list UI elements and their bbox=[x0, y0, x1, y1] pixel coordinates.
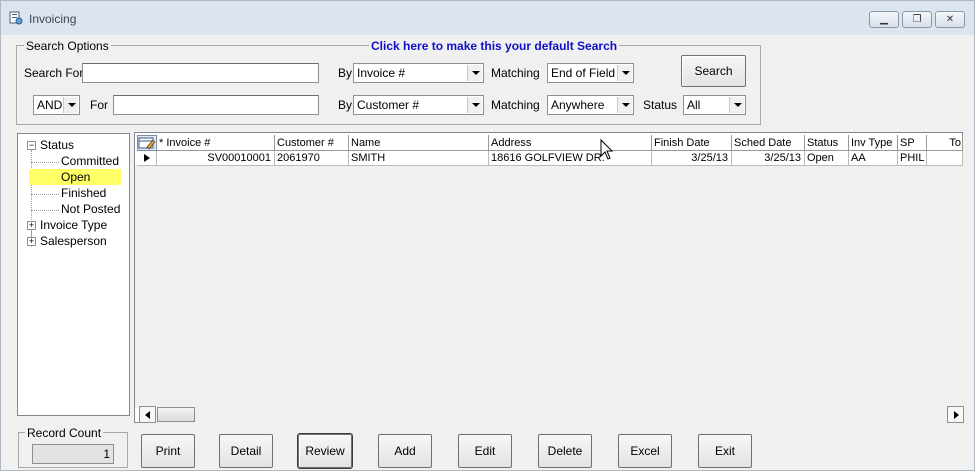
minimize-icon: ▁ bbox=[880, 14, 888, 25]
excel-button[interactable]: Excel bbox=[618, 434, 672, 468]
chevron-down-icon[interactable] bbox=[467, 97, 482, 113]
table-row-name[interactable]: SMITH bbox=[349, 151, 489, 166]
by-select-2[interactable]: Customer # bbox=[353, 95, 484, 115]
tree-node-not-posted[interactable]: Not Posted bbox=[61, 201, 120, 217]
column-chooser-button[interactable] bbox=[137, 135, 157, 151]
matching-select-2[interactable]: Anywhere bbox=[547, 95, 634, 115]
matching-select-1[interactable]: End of Field bbox=[547, 63, 634, 83]
row-selector-arrow-icon[interactable] bbox=[137, 151, 157, 166]
scroll-left-icon[interactable] bbox=[139, 406, 156, 423]
tree-node-status[interactable]: Status bbox=[40, 137, 74, 153]
default-search-link[interactable]: Click here to make this your default Sea… bbox=[369, 39, 620, 53]
exit-button[interactable]: Exit bbox=[698, 434, 752, 468]
chevron-down-icon[interactable] bbox=[63, 97, 78, 113]
tree-line bbox=[31, 162, 59, 163]
scroll-thumb[interactable] bbox=[157, 407, 195, 422]
search-for-input[interactable] bbox=[82, 63, 319, 83]
table-row-sched-date[interactable]: 3/25/13 bbox=[732, 151, 805, 166]
by-select-1[interactable]: Invoice # bbox=[353, 63, 484, 83]
table-row-finish-date[interactable]: 3/25/13 bbox=[652, 151, 732, 166]
restore-icon: ❐ bbox=[912, 14, 922, 25]
matching-select-1-value: End of Field bbox=[551, 66, 616, 80]
tree-line bbox=[31, 210, 59, 211]
restore-button[interactable]: ❐ bbox=[902, 11, 932, 28]
title-bar[interactable]: Invoicing ▁ ❐ ✕ bbox=[1, 1, 974, 35]
close-button[interactable]: ✕ bbox=[935, 11, 965, 28]
delete-button[interactable]: Delete bbox=[538, 434, 592, 468]
tree-node-salesperson[interactable]: Salesperson bbox=[40, 233, 107, 249]
record-count-value: 1 bbox=[32, 444, 114, 464]
expand-icon[interactable]: + bbox=[27, 221, 36, 230]
for-input[interactable] bbox=[113, 95, 319, 115]
app-icon bbox=[9, 11, 23, 25]
by-select-2-value: Customer # bbox=[357, 98, 420, 112]
window-title: Invoicing bbox=[29, 12, 77, 26]
col-header-sched-date[interactable]: Sched Date bbox=[732, 135, 805, 151]
table-row-total[interactable] bbox=[927, 151, 963, 166]
logic-select[interactable]: AND bbox=[33, 95, 80, 115]
scroll-right-icon[interactable] bbox=[947, 406, 964, 423]
col-header-name[interactable]: Name bbox=[349, 135, 489, 151]
status-select[interactable]: All bbox=[683, 95, 746, 115]
by-label-2: By bbox=[338, 98, 353, 112]
table-row-address[interactable]: 18616 GOLFVIEW DR. bbox=[489, 151, 652, 166]
matching-select-2-value: Anywhere bbox=[551, 98, 605, 112]
edit-button[interactable]: Edit bbox=[458, 434, 512, 468]
matching-label-2: Matching bbox=[491, 98, 540, 112]
chevron-down-icon[interactable] bbox=[467, 65, 482, 81]
minimize-button[interactable]: ▁ bbox=[869, 11, 899, 28]
table-row-customer[interactable]: 2061970 bbox=[275, 151, 349, 166]
search-for-label: Search For bbox=[24, 66, 84, 80]
review-button[interactable]: Review bbox=[298, 434, 352, 468]
tree-node-invoice-type[interactable]: Invoice Type bbox=[40, 217, 107, 233]
status-select-value: All bbox=[687, 98, 701, 112]
chevron-down-icon[interactable] bbox=[617, 65, 632, 81]
edit-columns-icon bbox=[138, 137, 156, 150]
chevron-down-icon[interactable] bbox=[729, 97, 744, 113]
tree-node-finished[interactable]: Finished bbox=[61, 185, 106, 201]
col-header-inv-type[interactable]: Inv Type bbox=[849, 135, 898, 151]
add-button[interactable]: Add bbox=[378, 434, 432, 468]
grid-empty-area bbox=[135, 165, 964, 408]
invoicing-window: Invoicing ▁ ❐ ✕ Search Options Click her… bbox=[0, 0, 975, 471]
matching-label-1: Matching bbox=[491, 66, 540, 80]
expand-icon[interactable]: + bbox=[27, 237, 36, 246]
detail-button[interactable]: Detail bbox=[219, 434, 273, 468]
collapse-icon[interactable]: − bbox=[27, 141, 36, 150]
close-icon: ✕ bbox=[945, 14, 955, 25]
table-row-status[interactable]: Open bbox=[805, 151, 849, 166]
col-header-status[interactable]: Status bbox=[805, 135, 849, 151]
record-count-label: Record Count bbox=[25, 426, 104, 440]
horizontal-scrollbar[interactable] bbox=[139, 406, 964, 423]
filter-tree: − Status Committed Open Finished Not Pos… bbox=[17, 133, 130, 416]
tree-node-committed[interactable]: Committed bbox=[61, 153, 119, 169]
by-select-1-value: Invoice # bbox=[357, 66, 406, 80]
col-header-address[interactable]: Address bbox=[489, 135, 652, 151]
tree-node-open[interactable]: Open bbox=[29, 169, 121, 185]
col-header-invoice[interactable]: * Invoice # bbox=[157, 135, 275, 151]
col-header-customer[interactable]: Customer # bbox=[275, 135, 349, 151]
search-options-legend: Search Options bbox=[24, 39, 111, 53]
col-header-finish-date[interactable]: Finish Date bbox=[652, 135, 732, 151]
status-label: Status bbox=[643, 98, 678, 112]
table-row-invoice[interactable]: SV00010001 bbox=[157, 151, 275, 166]
mouse-cursor-icon bbox=[600, 139, 614, 160]
invoice-grid: * Invoice # Customer # Name Address Fini… bbox=[134, 132, 964, 423]
by-label-1: By bbox=[338, 66, 353, 80]
chevron-down-icon[interactable] bbox=[617, 97, 632, 113]
search-button[interactable]: Search bbox=[681, 55, 746, 87]
table-row-inv-type[interactable]: AA bbox=[849, 151, 898, 166]
logic-select-value: AND bbox=[37, 98, 63, 112]
tree-line bbox=[31, 194, 59, 195]
for-label: For bbox=[90, 98, 108, 112]
col-header-sp[interactable]: SP bbox=[898, 135, 927, 151]
table-row-sp[interactable]: PHIL bbox=[898, 151, 927, 166]
print-button[interactable]: Print bbox=[141, 434, 195, 468]
col-header-total[interactable]: To bbox=[927, 135, 963, 151]
